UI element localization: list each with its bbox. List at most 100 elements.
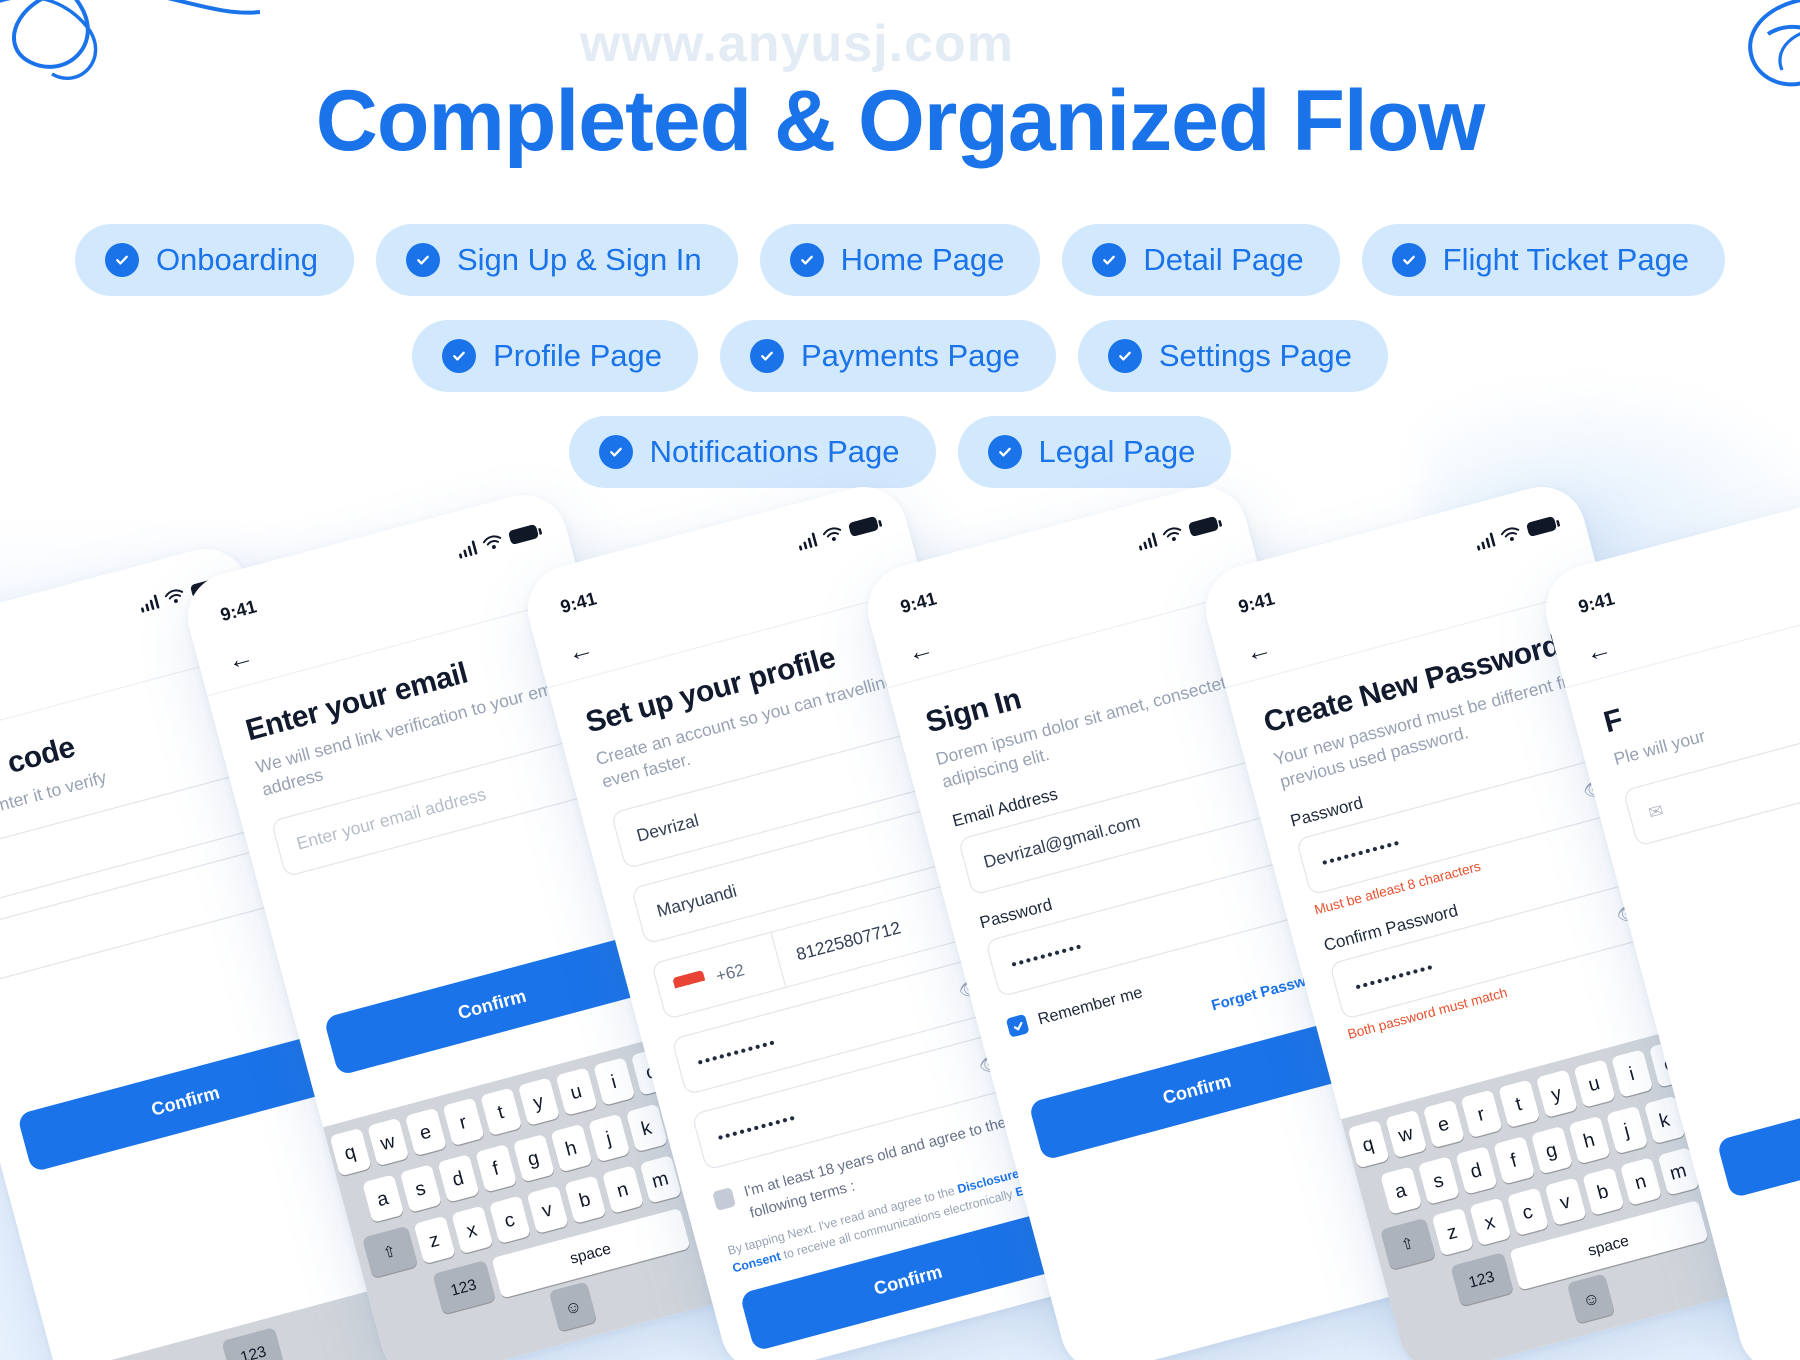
country-code-select[interactable]: +62 [651,931,787,1021]
key-s[interactable]: s [1417,1156,1460,1205]
key-e[interactable]: e [404,1107,447,1157]
back-arrow-icon[interactable]: ← [224,642,257,676]
key-y[interactable]: y [1535,1069,1578,1119]
remember-me-checkbox[interactable] [1005,1014,1030,1039]
status-time: 9:41 [1236,587,1277,617]
key-s[interactable]: s [399,1164,442,1213]
signal-icon [1136,531,1158,551]
key-w[interactable]: w [1384,1109,1427,1159]
key-g[interactable]: g [1530,1126,1573,1175]
back-arrow-icon[interactable]: ← [564,634,597,668]
check-circle-icon [442,339,477,373]
key-x[interactable]: x [450,1205,493,1255]
key-v[interactable]: v [525,1185,569,1235]
key-f[interactable]: f [474,1144,517,1193]
check-circle-icon [750,339,784,373]
key-u[interactable]: u [554,1067,598,1117]
key-q[interactable]: q [328,1128,372,1177]
pill-label: Home Page [840,242,1005,277]
pill-flight-ticket-page[interactable]: Flight Ticket Page [1361,224,1726,296]
status-icons [456,523,540,559]
pill-legal-page[interactable]: Legal Page [957,416,1232,488]
key-c[interactable]: c [488,1195,531,1245]
key-u[interactable]: u [1572,1059,1616,1109]
signal-icon [138,593,160,613]
key-c[interactable]: c [1506,1187,1549,1237]
key-y[interactable]: y [517,1077,560,1127]
key-d[interactable]: d [1454,1146,1497,1195]
key-n[interactable]: n [1619,1157,1662,1206]
key-i[interactable]: i [592,1057,635,1106]
key-h[interactable]: h [1567,1115,1610,1165]
country-code-value: +62 [713,960,747,987]
pill-label: Notifications Page [649,434,900,469]
key-b[interactable]: b [563,1175,606,1225]
key-shift[interactable]: ⇧ [361,1225,418,1279]
status-time: 9:41 [898,587,939,617]
key-123[interactable]: 123 [221,1327,286,1360]
wifi-icon [822,526,842,541]
key-emoji[interactable]: ☺ [1566,1273,1616,1324]
key-z[interactable]: z [1430,1207,1474,1257]
key-123[interactable]: 123 [431,1260,496,1315]
pill-profile-page[interactable]: Profile Page [412,320,698,392]
key-g[interactable]: g [512,1134,555,1183]
envelope-icon: ✉ [1646,799,1666,823]
key-123[interactable]: 123 [1449,1252,1514,1307]
pill-home-page[interactable]: Home Page [759,224,1041,296]
key-r[interactable]: r [1459,1089,1503,1139]
key-shift[interactable]: ⇧ [1379,1217,1436,1271]
key-q[interactable]: q [1346,1120,1390,1169]
pill-row-3: Notifications Page Legal Page [0,416,1800,488]
key-w[interactable]: w [366,1117,409,1167]
back-arrow-icon[interactable]: ← [1582,634,1615,668]
status-time: 9:41 [558,587,599,617]
pill-onboarding[interactable]: Onboarding [74,224,354,296]
flag-indonesia-icon [672,970,708,998]
pill-label: Payments Page [801,338,1020,373]
key-n[interactable]: n [601,1165,644,1214]
key-a[interactable]: a [361,1174,404,1224]
key-i[interactable]: i [1610,1049,1653,1098]
battery-icon [847,515,880,537]
key-t[interactable]: t [479,1087,522,1137]
key-f[interactable]: f [1492,1136,1535,1185]
back-arrow-icon[interactable]: ← [1242,634,1275,668]
key-emoji[interactable]: ☺ [548,1281,598,1332]
page-title: Completed & Organized Flow [315,73,1486,169]
confirm-button[interactable]: Confi [1716,1054,1800,1199]
key-e[interactable]: e [1422,1099,1465,1149]
key-b[interactable]: b [1581,1167,1624,1217]
pill-row-2: Profile Page Payments Page Settings Page [0,320,1800,392]
check-circle-icon [789,243,824,277]
key-j[interactable]: j [1605,1105,1648,1155]
key-r[interactable]: r [441,1097,485,1147]
key-v[interactable]: v [1543,1177,1587,1227]
pill-sign-up-sign-in[interactable]: Sign Up & Sign In [375,224,738,296]
check-circle-icon [598,435,633,469]
password-value: ••••••••••• [1319,833,1404,872]
password-value: •••••••••• [1009,936,1086,974]
age-consent-checkbox[interactable] [712,1187,737,1212]
pill-row-1: Onboarding Sign Up & Sign In Home Page D… [0,224,1800,296]
wifi-icon [1500,526,1520,541]
key-z[interactable]: z [412,1215,456,1265]
pill-detail-page[interactable]: Detail Page [1062,224,1340,296]
key-j[interactable]: j [587,1113,630,1163]
pill-settings-page[interactable]: Settings Page [1077,320,1388,392]
key-h[interactable]: h [549,1123,592,1173]
check-circle-icon [405,243,440,277]
check-circle-icon [987,435,1022,469]
back-arrow-icon[interactable]: ← [904,634,937,668]
status-icons [1136,515,1220,551]
key-t[interactable]: t [1497,1079,1540,1129]
key-d[interactable]: d [436,1154,479,1203]
signal-icon [456,539,478,559]
check-circle-icon [104,243,139,277]
pill-label: Sign Up & Sign In [456,242,702,277]
key-x[interactable]: x [1468,1197,1511,1247]
pill-payments-page[interactable]: Payments Page [720,320,1056,392]
check-circle-icon [1092,243,1127,277]
key-a[interactable]: a [1379,1166,1422,1216]
pill-notifications-page[interactable]: Notifications Page [568,416,936,488]
